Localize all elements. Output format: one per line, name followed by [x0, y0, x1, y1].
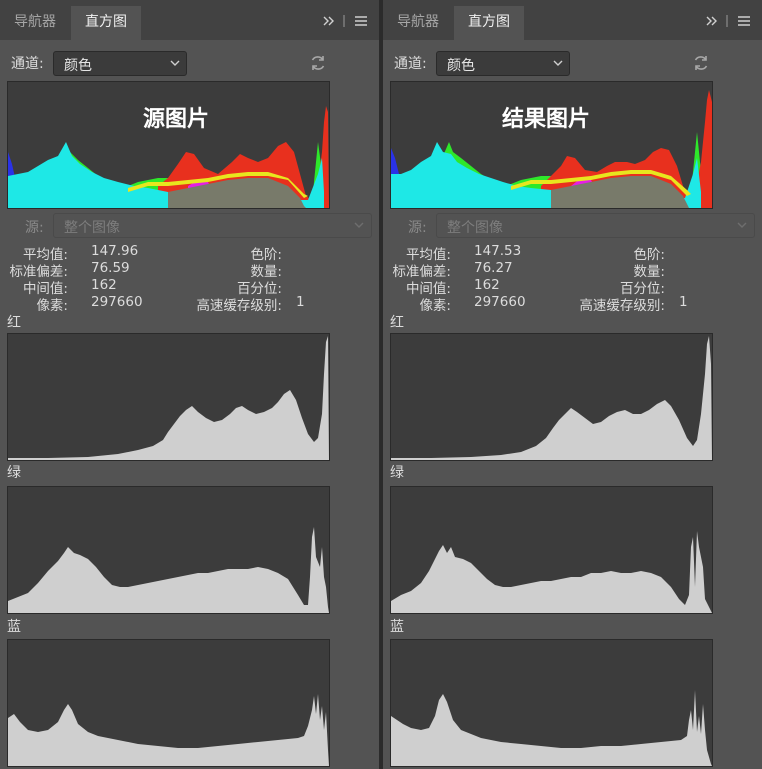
- source-row: 源: 整个图像: [390, 213, 755, 239]
- stat-std-value: 76.27: [474, 260, 513, 276]
- channel-label: 通道:: [394, 56, 427, 72]
- stat-mean-value: 147.53: [474, 243, 522, 259]
- panel-controls: [706, 13, 754, 29]
- stat-cache-label: 高速缓存级别:: [196, 298, 282, 314]
- channel-green-label: 绿: [7, 465, 21, 481]
- source-select-value: 整个图像: [447, 220, 503, 236]
- stat-cache-value: 1: [296, 294, 305, 310]
- color-histogram: 结果图片: [390, 81, 713, 209]
- green-channel-histogram: [390, 486, 713, 614]
- panel-menu-icon[interactable]: [355, 16, 367, 26]
- tab-navigator[interactable]: 导航器: [0, 6, 70, 40]
- stat-cache-label: 高速缓存级别:: [579, 298, 665, 314]
- green-channel-histogram: [7, 486, 330, 614]
- blue-channel-histogram: [7, 639, 330, 767]
- channel-green-label: 绿: [390, 465, 404, 481]
- red-channel-histogram: [7, 333, 330, 461]
- source-row: 源: 整个图像: [7, 213, 372, 239]
- source-select-value: 整个图像: [64, 220, 120, 236]
- blue-channel-histogram: [390, 639, 713, 767]
- tab-navigator[interactable]: 导航器: [383, 6, 453, 40]
- chevron-down-icon: [552, 56, 564, 70]
- histogram-overlay-label: 结果图片: [502, 106, 590, 132]
- source-label: 源:: [408, 220, 427, 236]
- source-select[interactable]: 整个图像: [436, 213, 755, 238]
- expand-chevrons-icon[interactable]: [706, 16, 717, 26]
- stat-pixels-label: 像素:: [419, 298, 451, 314]
- stat-pixels-label: 像素:: [36, 298, 68, 314]
- channel-red-label: 红: [7, 315, 21, 331]
- stat-pixels-value: 297660: [91, 294, 143, 310]
- histogram-overlay-label: 源图片: [143, 107, 209, 132]
- source-select[interactable]: 整个图像: [53, 213, 372, 238]
- histogram-panel-right: 导航器 直方图 通道: 颜色 结果图片 源: 整个图像 平均值: 147.53 …: [383, 0, 762, 769]
- channel-red-label: 红: [390, 315, 404, 331]
- panel-tab-bar: 导航器 直方图: [383, 0, 762, 40]
- channel-blue-label: 蓝: [7, 619, 21, 635]
- expand-chevrons-icon[interactable]: [323, 16, 334, 26]
- stat-cache-value: 1: [679, 294, 688, 310]
- stat-pixels-value: 297660: [474, 294, 526, 310]
- channel-select[interactable]: 颜色: [53, 51, 187, 76]
- chevron-down-icon: [736, 218, 748, 232]
- channel-select[interactable]: 颜色: [436, 51, 570, 76]
- channel-select-value: 颜色: [64, 58, 92, 74]
- color-histogram: 源图片: [7, 81, 330, 209]
- panel-menu-icon[interactable]: [738, 16, 750, 26]
- panel-controls: [323, 13, 371, 29]
- stat-mean-value: 147.96: [91, 243, 139, 259]
- chevron-down-icon: [169, 56, 181, 70]
- red-channel-histogram: [390, 333, 713, 461]
- channel-select-value: 颜色: [447, 58, 475, 74]
- stat-median-value: 162: [91, 277, 117, 293]
- source-label: 源:: [25, 220, 44, 236]
- panel-tab-bar: 导航器 直方图: [0, 0, 379, 40]
- channel-label: 通道:: [11, 56, 44, 72]
- tab-histogram[interactable]: 直方图: [454, 6, 524, 40]
- stat-std-value: 76.59: [91, 260, 130, 276]
- tab-histogram[interactable]: 直方图: [71, 6, 141, 40]
- histogram-panel-left: 导航器 直方图 通道: 颜色 源图片 源: 整个图像 平均值: 147.96 标…: [0, 0, 379, 769]
- channel-blue-label: 蓝: [390, 619, 404, 635]
- stat-median-value: 162: [474, 277, 500, 293]
- refresh-icon[interactable]: [692, 54, 710, 72]
- refresh-icon[interactable]: [309, 54, 327, 72]
- chevron-down-icon: [353, 218, 365, 232]
